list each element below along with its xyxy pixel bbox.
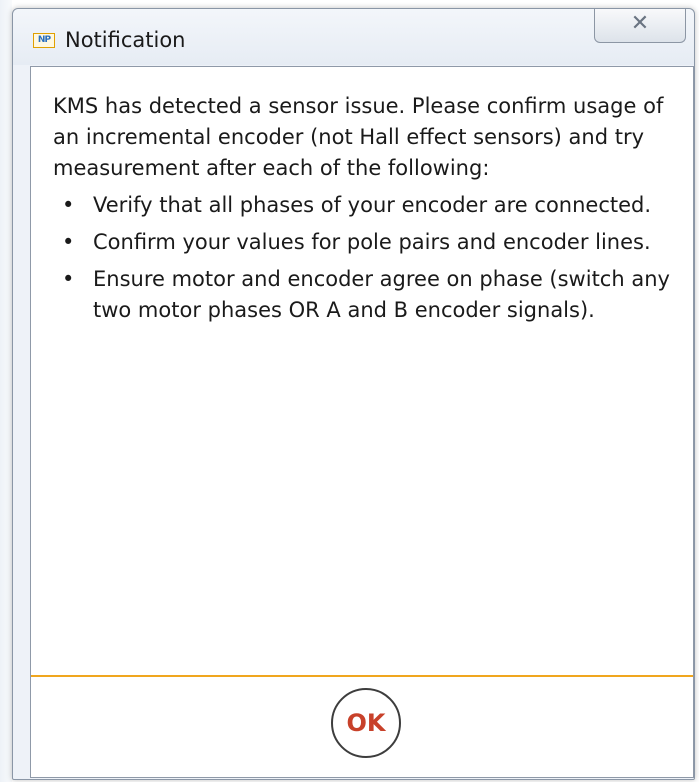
bullet-icon: • (62, 267, 75, 291)
dialog-content: KMS has detected a sensor issue. Please … (30, 66, 694, 778)
footer-divider (31, 675, 693, 677)
list-item-text: Confirm your values for pole pairs and e… (93, 230, 651, 254)
message-intro: KMS has detected a sensor issue. Please … (53, 94, 664, 180)
instruction-list: • Verify that all phases of your encoder… (53, 190, 678, 326)
notification-dialog: NP Notification ✕ KMS has detected a sen… (12, 8, 695, 780)
window-title: Notification (65, 28, 186, 52)
close-icon: ✕ (630, 11, 650, 36)
ok-button-label: OK (346, 709, 386, 737)
list-item-text: Ensure motor and encoder agree on phase … (93, 267, 670, 322)
app-logo-icon: NP (33, 33, 55, 48)
title-bar: NP Notification ✕ (13, 9, 694, 65)
close-button[interactable]: ✕ (594, 9, 686, 43)
list-item: • Ensure motor and encoder agree on phas… (53, 264, 678, 326)
background-strip (0, 0, 12, 782)
list-item: • Confirm your values for pole pairs and… (53, 227, 678, 258)
bullet-icon: • (62, 230, 75, 254)
ok-button[interactable]: OK (331, 688, 401, 758)
list-item-text: Verify that all phases of your encoder a… (93, 193, 652, 217)
message-body: KMS has detected a sensor issue. Please … (53, 91, 678, 332)
bullet-icon: • (62, 193, 75, 217)
list-item: • Verify that all phases of your encoder… (53, 190, 678, 221)
